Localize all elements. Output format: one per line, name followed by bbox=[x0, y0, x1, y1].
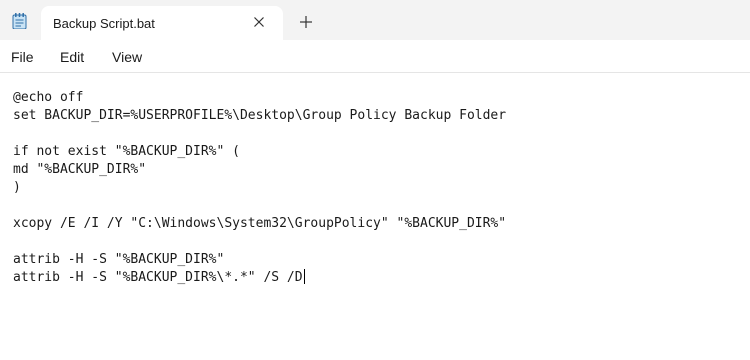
menu-file[interactable]: File bbox=[11, 49, 34, 65]
tab-backup-script[interactable]: Backup Script.bat bbox=[41, 6, 283, 40]
code-line-last: attrib -H -S "%BACKUP_DIR%\*.*" /S /D bbox=[13, 269, 506, 287]
tab-title: Backup Script.bat bbox=[53, 16, 155, 31]
close-icon[interactable] bbox=[252, 15, 266, 29]
menu-bar: File Edit View bbox=[0, 40, 750, 73]
code-line: ) bbox=[13, 180, 21, 195]
text-caret bbox=[303, 269, 305, 284]
code-line: @echo off bbox=[13, 90, 84, 105]
menu-edit[interactable]: Edit bbox=[60, 49, 84, 65]
plus-icon[interactable] bbox=[298, 14, 314, 30]
code-text[interactable]: @echo off set BACKUP_DIR=%USERPROFILE%\D… bbox=[13, 89, 506, 287]
code-line-text: attrib -H -S "%BACKUP_DIR%\*.*" /S /D bbox=[13, 270, 303, 285]
code-line: xcopy /E /I /Y "C:\Windows\System32\Grou… bbox=[13, 216, 507, 231]
notepad-icon bbox=[12, 13, 27, 29]
text-editor[interactable]: @echo off set BACKUP_DIR=%USERPROFILE%\D… bbox=[0, 73, 750, 360]
code-line: attrib -H -S "%BACKUP_DIR%" bbox=[13, 252, 225, 267]
title-bar: Backup Script.bat bbox=[0, 0, 750, 40]
code-line: if not exist "%BACKUP_DIR%" ( bbox=[13, 144, 240, 159]
menu-view[interactable]: View bbox=[112, 49, 142, 65]
code-line: set BACKUP_DIR=%USERPROFILE%\Desktop\Gro… bbox=[13, 108, 507, 123]
code-line: md "%BACKUP_DIR%" bbox=[13, 162, 147, 177]
